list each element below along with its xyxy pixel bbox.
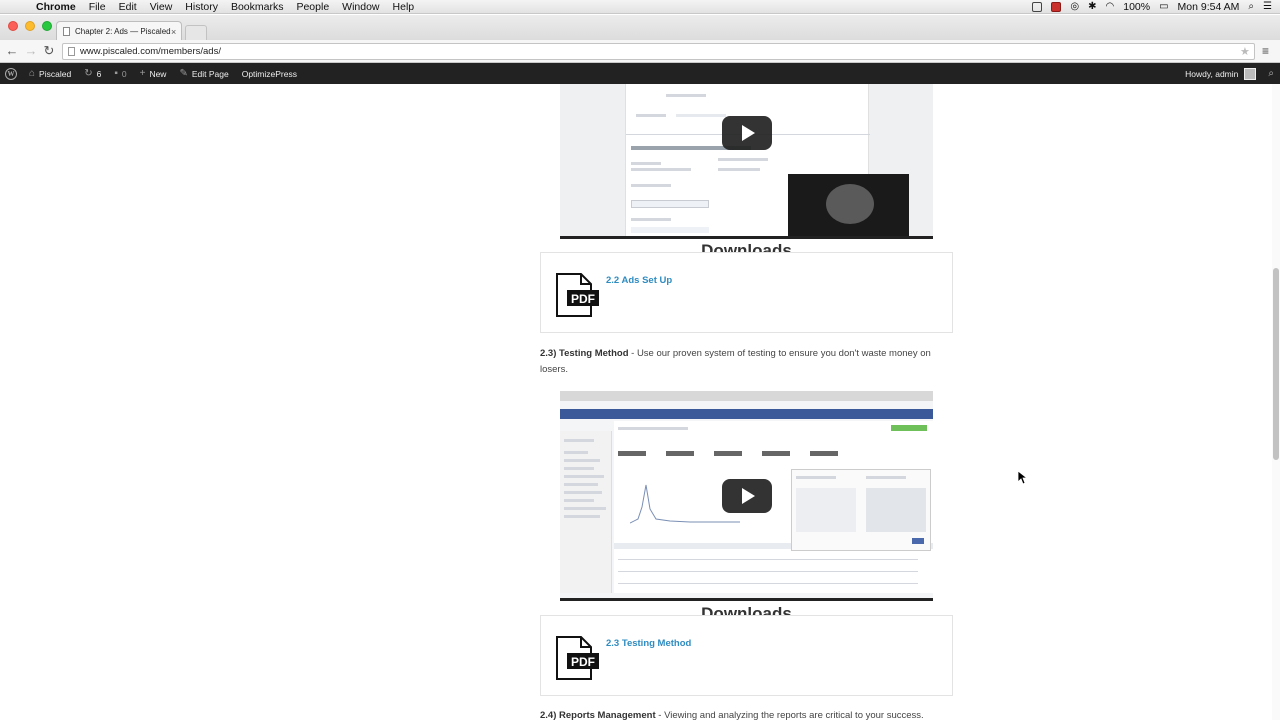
menu-history[interactable]: History [185,0,218,14]
menu-window[interactable]: Window [342,0,379,14]
tab-title: Chapter 2: Ads — Piscaled [75,27,171,36]
notification-center-icon[interactable]: ☰ [1263,0,1272,14]
video-thumbnail [625,84,909,236]
ads-manager-sidebar-thumbnail [560,431,612,593]
browser-toolbar: ← → ↻ www.piscaled.com/members/ads/ ★ ≡ [0,40,1280,63]
download-link-testing-method[interactable]: 2.3 Testing Method [606,638,691,649]
comments-count: 0 [121,68,127,79]
battery-percent: 100% [1123,1,1151,13]
section-description-text: - Viewing and analyzing the reports are … [655,710,924,720]
menu-chrome[interactable]: Chrome [36,0,76,14]
spotlight-search-icon[interactable]: ⌕ [1248,0,1254,14]
facebook-header-thumbnail [560,409,933,419]
bluetooth-icon[interactable]: ✱ [1088,0,1096,14]
menubar-record-icon[interactable] [1051,2,1062,12]
chrome-menu-icon[interactable]: ≡ [1262,44,1274,58]
download-box: PDF 2.3 Testing Method [540,615,953,696]
comment-bubble-icon: ▪ [114,68,118,79]
battery-icon[interactable]: ▭ [1159,0,1168,14]
zoom-window-button[interactable] [42,21,52,31]
address-bar[interactable]: www.piscaled.com/members/ads/ ★ [62,43,1255,60]
section-description: 2.4) Reports Management - Viewing and an… [540,708,960,720]
browser-tab[interactable]: Chapter 2: Ads — Piscaled × [56,21,182,41]
wp-updates[interactable]: ↻ 6 [84,68,101,79]
pencil-icon: ✎ [179,68,188,79]
wp-edit-page[interactable]: ✎ Edit Page [179,68,228,79]
wp-comments[interactable]: ▪ 0 [114,68,126,79]
wp-optimizepress[interactable]: OptimizePress [242,69,297,79]
browser-chrome-thumbnail [560,391,933,401]
pdf-file-icon[interactable]: PDF [555,273,599,317]
page-content: Downloads PDF 2.2 Ads Set Up 2.3) Testin… [0,84,1280,720]
tshirt-image [788,174,909,236]
play-icon[interactable] [722,116,772,150]
minimize-window-button[interactable] [25,21,35,31]
wifi-icon[interactable]: ◠ [1106,0,1115,14]
wp-account: Howdy, admin ⌕ [1185,63,1274,84]
sync-icon[interactable]: ◎ [1070,0,1079,14]
video-player-ads-setup[interactable] [560,84,933,239]
new-label: New [149,68,167,79]
wordpress-logo-icon[interactable]: W [5,67,17,80]
section-title: 2.3) Testing Method [540,348,629,359]
section-description: 2.3) Testing Method - Use our proven sys… [540,346,953,378]
section-title: 2.4) Reports Management [540,710,656,720]
home-icon: ⌂ [29,68,36,79]
optimizepress-label: OptimizePress [241,68,297,79]
play-icon[interactable] [722,479,772,513]
menu-help[interactable]: Help [393,0,415,14]
wp-new-content[interactable]: + New [140,68,167,79]
site-name-label: Piscaled [39,68,72,79]
page-info-icon[interactable] [68,47,75,56]
address-url[interactable]: www.piscaled.com/members/ads/ [80,46,1240,57]
scrollbar-thumb[interactable] [1273,268,1279,460]
updates-count: 6 [96,68,102,79]
wp-admin-bar: W ⌂ Piscaled ↻ 6 ▪ 0 + New ✎ Edit Page O… [0,63,1280,84]
video-player-testing-method[interactable] [560,391,933,601]
bookmark-star-icon[interactable]: ★ [1240,45,1254,58]
edit-page-label: Edit Page [191,68,229,79]
plus-icon: + [139,68,146,79]
menubar-app-icon[interactable] [1032,2,1043,12]
menu-extras: ◎ ✱ ◠ 100% ▭ Mon 9:54 AM ⌕ ☰ [1032,0,1272,14]
window-controls [8,21,52,31]
reload-icon[interactable]: ↻ [41,43,57,59]
avatar[interactable] [1244,67,1257,80]
menu-bookmarks[interactable]: Bookmarks [231,0,284,14]
updates-icon: ↻ [84,68,93,79]
close-window-button[interactable] [8,21,18,31]
new-tab-button[interactable] [185,25,207,40]
mac-menu-bar: Chrome File Edit View History Bookmarks … [0,0,1280,14]
pdf-label: PDF [571,655,595,669]
download-box: PDF 2.2 Ads Set Up [540,252,953,333]
search-icon[interactable]: ⌕ [1268,68,1274,79]
menu-view[interactable]: View [150,0,173,14]
howdy-label[interactable]: Howdy, admin [1185,69,1238,79]
date-picker-thumbnail [791,469,931,551]
wp-site-name[interactable]: ⌂ Piscaled [29,68,71,79]
menu-file[interactable]: File [89,0,106,14]
page-favicon-icon [63,27,70,36]
pdf-file-icon[interactable]: PDF [555,636,599,680]
close-tab-icon[interactable]: × [171,27,181,37]
menu-people[interactable]: People [296,0,329,14]
pdf-label: PDF [571,292,595,306]
back-arrow-icon[interactable]: ← [4,43,20,59]
mouse-cursor-icon [1018,471,1028,485]
menu-edit[interactable]: Edit [119,0,137,14]
browser-tab-strip: Chapter 2: Ads — Piscaled × [0,15,1280,41]
download-link-ads-setup[interactable]: 2.2 Ads Set Up [606,275,672,286]
menubar-clock[interactable]: Mon 9:54 AM [1178,1,1240,13]
forward-arrow-icon[interactable]: → [23,43,39,59]
